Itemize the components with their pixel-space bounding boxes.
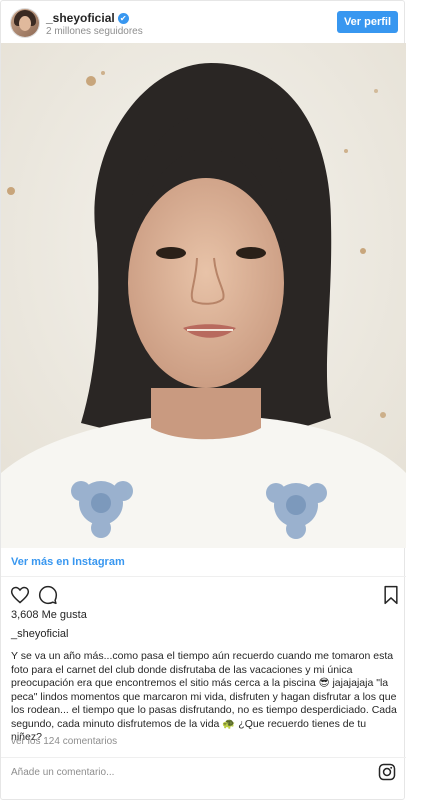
post-header: _sheyoficial ✔ 2 millones seguidores Ver …	[1, 1, 406, 43]
post-caption: Y se va un año más...como pasa el tiempo…	[11, 650, 397, 743]
bookmark-icon[interactable]	[382, 585, 400, 605]
instagram-embed-card: _sheyoficial ✔ 2 millones seguidores Ver …	[0, 0, 406, 800]
instagram-icon[interactable]	[378, 763, 396, 781]
avatar[interactable]	[11, 9, 39, 37]
childhood-portrait-image	[1, 43, 406, 548]
comment-icon[interactable]	[38, 585, 58, 605]
post-photo[interactable]	[1, 43, 406, 548]
heart-icon[interactable]	[10, 585, 30, 605]
followers-count: 2 millones seguidores	[46, 26, 143, 37]
view-profile-button[interactable]: Ver perfil	[337, 11, 398, 33]
divider	[1, 576, 406, 577]
action-bar	[1, 583, 406, 609]
username-link[interactable]: _sheyoficial ✔	[46, 11, 129, 25]
divider	[1, 757, 406, 758]
username-text[interactable]: _sheyoficial	[46, 11, 115, 25]
view-comments-link[interactable]: ver los 124 comentarios	[11, 736, 117, 747]
view-more-on-instagram-link[interactable]: Ver más en Instagram	[11, 556, 125, 568]
add-comment-input[interactable]: Añade un comentario...	[11, 767, 114, 778]
verified-badge-icon: ✔	[117, 13, 129, 24]
post-owner-username[interactable]: _sheyoficial	[11, 628, 68, 640]
likes-count[interactable]: 3,608 Me gusta	[11, 609, 87, 621]
